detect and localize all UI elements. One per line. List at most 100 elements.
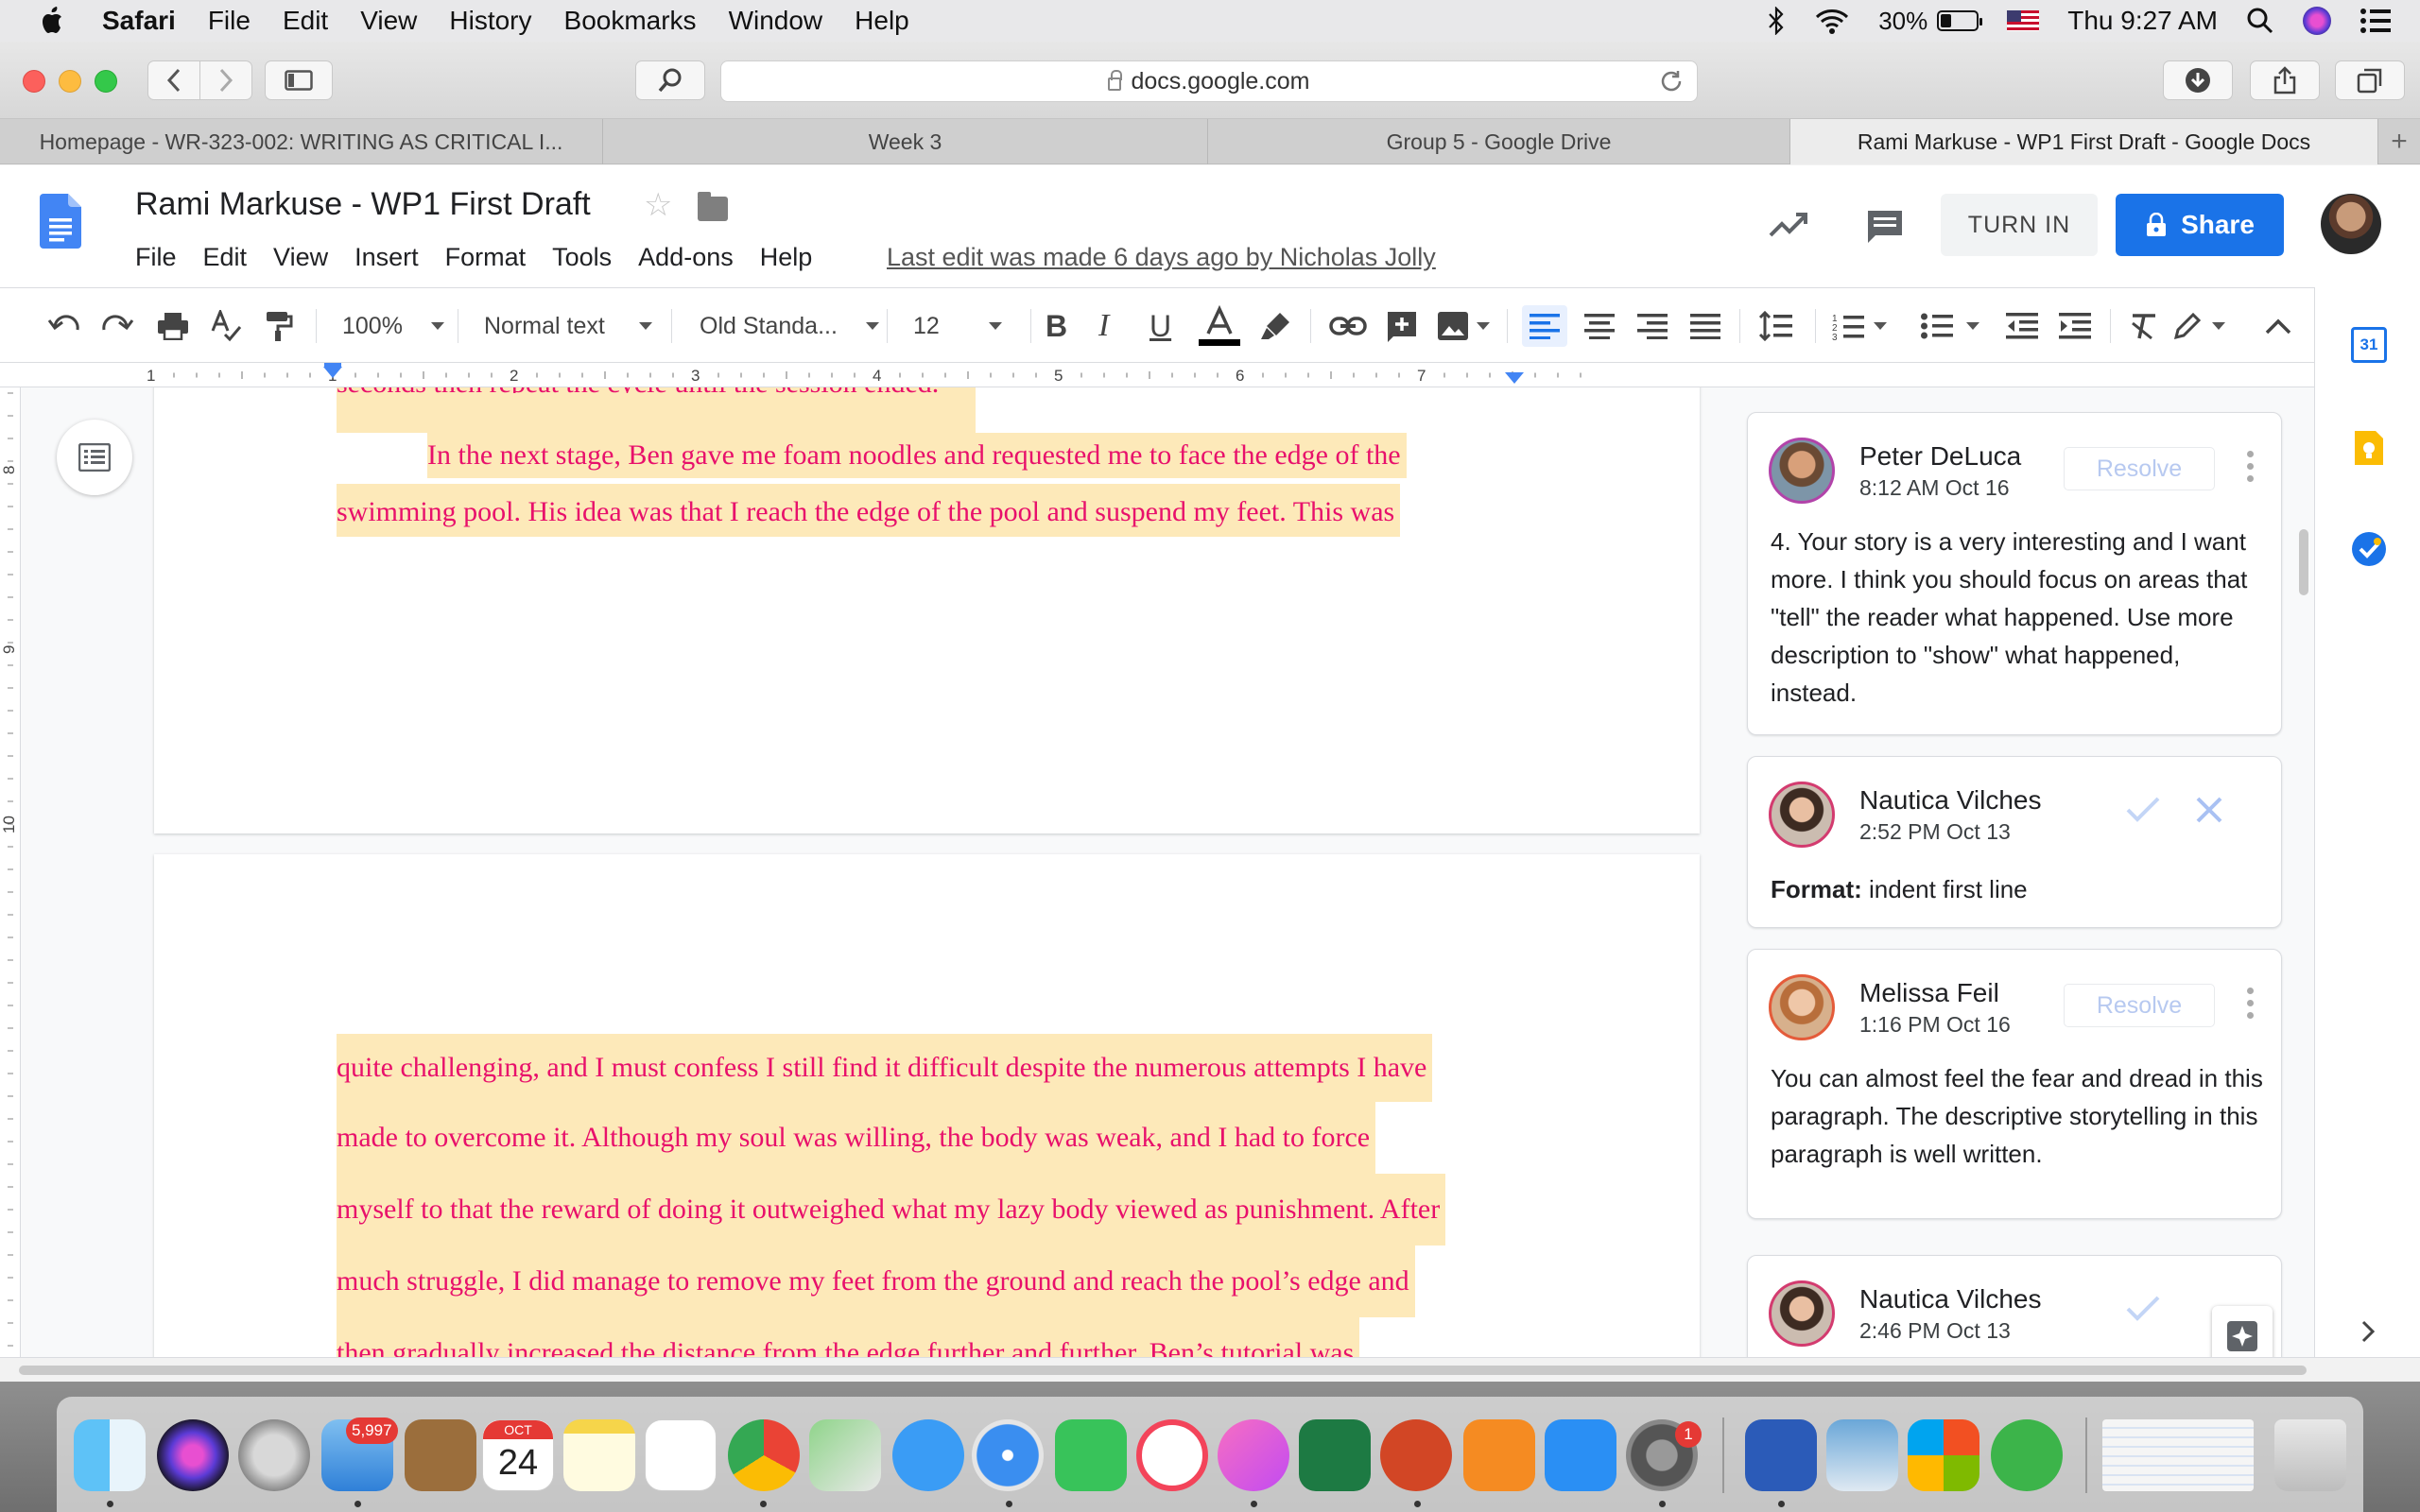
forward-button[interactable] [199, 60, 252, 100]
more-options-icon[interactable] [2247, 988, 2255, 1025]
google-docs-logo-icon[interactable] [40, 194, 81, 249]
menubar-history[interactable]: History [449, 6, 531, 36]
document-canvas[interactable]: seconds then repeat the cycle until the … [21, 387, 1713, 1357]
activity-trend-icon[interactable] [1768, 205, 1809, 247]
zoom-select[interactable]: 100% [342, 305, 444, 347]
docs-menu-help[interactable]: Help [760, 243, 813, 272]
search-button[interactable] [635, 60, 705, 100]
trash-icon[interactable] [2274, 1419, 2346, 1491]
left-indent-marker[interactable] [323, 367, 342, 378]
browser-tab-homepage[interactable]: Homepage - WR-323-002: WRITING AS CRITIC… [0, 119, 603, 164]
first-line-indent-marker[interactable] [324, 363, 341, 368]
right-indent-marker[interactable] [1505, 372, 1524, 384]
menubar-view[interactable]: View [360, 6, 417, 36]
document-outline-button[interactable] [57, 420, 132, 495]
reject-suggestion-icon[interactable] [2194, 795, 2224, 825]
reload-icon[interactable] [1659, 69, 1684, 94]
page2-line-2[interactable]: made to overcome it. Although my soul wa… [337, 1102, 1376, 1174]
menubar-window[interactable]: Window [729, 6, 823, 36]
apple-menu-icon[interactable] [38, 6, 68, 36]
calendar-icon[interactable]: OCT 24 [482, 1419, 554, 1491]
notes-icon[interactable] [563, 1419, 635, 1491]
editing-mode-button[interactable] [2172, 305, 2225, 347]
horizontal-scrollbar[interactable] [0, 1357, 2420, 1382]
browser-tab-google-docs[interactable]: Rami Markuse - WP1 First Draft - Google … [1790, 119, 2378, 164]
keep-notes-icon[interactable] [2353, 429, 2385, 467]
resolve-button[interactable]: Resolve [2064, 984, 2215, 1027]
page2-line-4[interactable]: much struggle, I did manage to remove my… [337, 1246, 1415, 1317]
spellcheck-button[interactable] [210, 305, 242, 347]
resolve-button[interactable]: Resolve [2064, 447, 2215, 490]
launchpad-icon[interactable] [238, 1419, 310, 1491]
page1-line-2[interactable]: In the next stage, Ben gave me foam nood… [337, 433, 1407, 478]
numbered-list-button[interactable]: 123 [1832, 305, 1887, 347]
word-icon[interactable] [1745, 1419, 1817, 1491]
downloads-button[interactable] [2163, 60, 2233, 100]
more-options-icon[interactable] [2247, 451, 2255, 489]
line-spacing-button[interactable] [1758, 305, 1792, 347]
page2-line-1[interactable]: quite challenging, and I must confess I … [337, 1034, 1433, 1102]
window-zoom-button[interactable] [95, 70, 117, 93]
increase-indent-button[interactable] [2059, 305, 2091, 347]
docs-menu-file[interactable]: File [135, 243, 177, 272]
justify-button[interactable] [1690, 305, 1720, 347]
news-icon[interactable] [1136, 1419, 1208, 1491]
comments-scrollbar-thumb[interactable] [2299, 529, 2308, 595]
bulleted-list-button[interactable] [1921, 305, 1979, 347]
star-icon[interactable]: ☆ [644, 186, 672, 224]
battery-icon[interactable] [1937, 10, 1983, 31]
address-bar[interactable]: docs.google.com [720, 60, 1698, 102]
window-minimize-button[interactable] [59, 70, 81, 93]
align-right-button[interactable] [1637, 305, 1668, 347]
collapse-toolbar-button[interactable] [2265, 305, 2291, 347]
siri-dock-icon[interactable] [157, 1419, 229, 1491]
italic-button[interactable]: I [1098, 305, 1109, 347]
account-avatar[interactable] [2321, 194, 2381, 254]
browser-tab-week-3[interactable]: Week 3 [603, 119, 1208, 164]
page2-line-5[interactable]: then gradually increased the distance fr… [337, 1317, 1360, 1357]
last-edit-link[interactable]: Last edit was made 6 days ago by Nichola… [887, 243, 1436, 272]
document-page-2[interactable]: quite challenging, and I must confess I … [154, 854, 1700, 1357]
horizontal-ruler[interactable]: 11234567 [0, 363, 2314, 387]
docs-menu-format[interactable]: Format [445, 243, 527, 272]
share-button[interactable]: Share [2116, 194, 2284, 256]
spotlight-search-icon[interactable] [2246, 7, 2274, 35]
finder-icon[interactable] [74, 1419, 146, 1491]
move-to-folder-icon[interactable] [698, 192, 728, 221]
insert-image-button[interactable] [1437, 305, 1490, 347]
undo-button[interactable] [47, 305, 81, 347]
menubar-app-name[interactable]: Safari [102, 6, 176, 36]
recent-documents-stack-icon[interactable] [2102, 1419, 2254, 1491]
reminders-icon[interactable] [645, 1419, 717, 1491]
comment-card[interactable]: Nautica Vilches 2:46 PM Oct 13 [1747, 1255, 2282, 1357]
paragraph-style-select[interactable]: Normal text [484, 305, 652, 347]
horizontal-scrollbar-thumb[interactable] [19, 1366, 2307, 1375]
align-center-button[interactable] [1584, 305, 1615, 347]
docs-menu-edit[interactable]: Edit [203, 243, 248, 272]
quicken-icon[interactable] [1991, 1419, 2063, 1491]
comment-history-icon[interactable] [1864, 207, 1906, 249]
share-page-button[interactable] [2250, 60, 2320, 100]
sidebar-toggle-button[interactable] [265, 60, 333, 100]
contacts-icon[interactable] [405, 1419, 476, 1491]
new-tab-button[interactable]: + [2378, 119, 2420, 164]
accept-suggestion-icon[interactable] [2124, 795, 2162, 825]
preview-icon[interactable] [1826, 1419, 1898, 1491]
docs-menu-tools[interactable]: Tools [552, 243, 612, 272]
text-color-button[interactable] [1199, 305, 1240, 347]
docs-menu-insert[interactable]: Insert [354, 243, 419, 272]
books-icon[interactable] [1463, 1419, 1535, 1491]
app-store-icon[interactable] [1545, 1419, 1616, 1491]
microsoft-installer-icon[interactable] [1908, 1419, 1979, 1491]
document-title[interactable]: Rami Markuse - WP1 First Draft [135, 186, 591, 223]
clear-formatting-button[interactable] [2129, 305, 2161, 347]
facetime-icon[interactable] [1055, 1419, 1127, 1491]
browser-tab-group-5[interactable]: Group 5 - Google Drive [1208, 119, 1790, 164]
font-size-select[interactable]: 12 [913, 305, 1002, 347]
underline-button[interactable]: U [1150, 305, 1171, 347]
tab-overview-button[interactable] [2335, 60, 2405, 100]
safari-icon[interactable] [972, 1419, 1044, 1491]
document-page-1[interactable]: seconds then repeat the cycle until the … [154, 387, 1700, 833]
docs-menu-addons[interactable]: Add-ons [638, 243, 734, 272]
insert-comment-button[interactable] [1386, 305, 1418, 347]
